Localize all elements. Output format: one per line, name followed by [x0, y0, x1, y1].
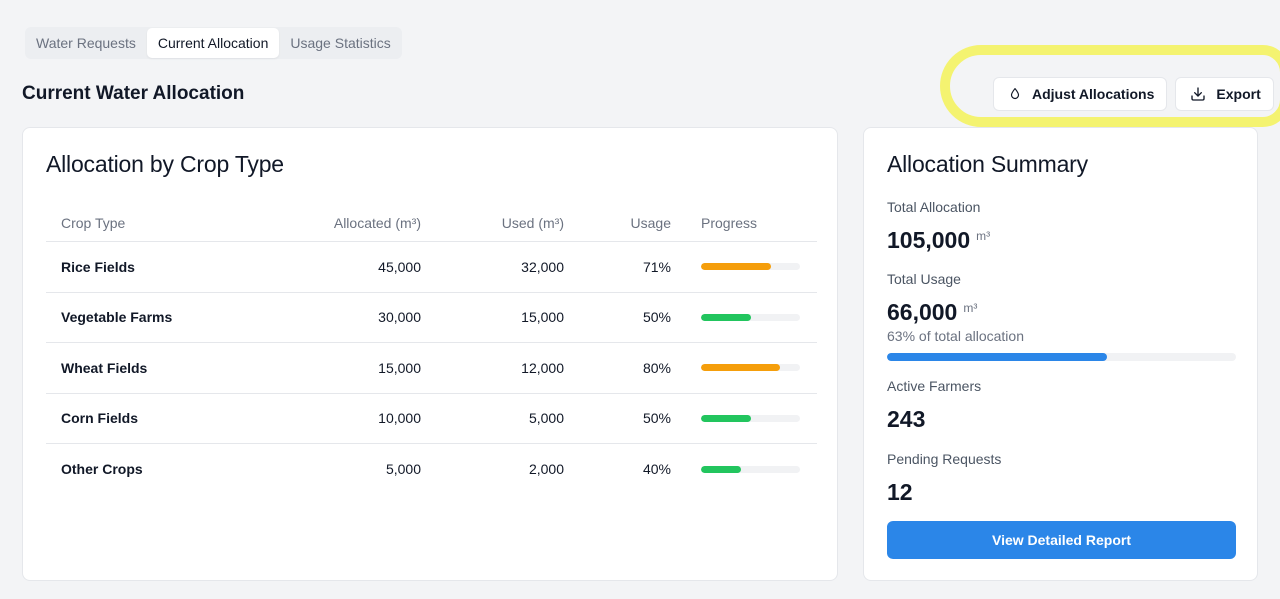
progress-cell [671, 465, 817, 473]
page-title: Current Water Allocation [22, 83, 245, 104]
used-cell: 2,000 [528, 461, 564, 478]
total-usage-label: Total Usage [887, 271, 961, 287]
export-button[interactable]: Export [1175, 77, 1274, 111]
crop-type-cell: Corn Fields [61, 410, 139, 427]
tab-usage-statistics[interactable]: Usage Statistics [279, 28, 401, 58]
adjust-allocations-button[interactable]: Adjust Allocations [993, 77, 1168, 111]
pending-requests-value: 12 [887, 479, 913, 505]
total-allocation-unit: m³ [976, 229, 991, 243]
total-allocation-value: 105,000 m³ [887, 227, 990, 254]
droplet-icon [1008, 87, 1022, 101]
usage-progress-bar [887, 353, 1236, 361]
progress-bar [701, 313, 800, 321]
progress-bar-fill [701, 465, 741, 473]
progress-bar-fill [701, 364, 781, 372]
active-farmers-value: 243 [887, 406, 926, 432]
allocated-cell: 10,000 [378, 410, 421, 427]
progress-bar [701, 263, 800, 271]
used-cell: 5,000 [528, 410, 564, 427]
table-row: Vegetable Farms 30,000 15,000 50% [46, 293, 817, 343]
header-allocated: Allocated (m³) [333, 214, 421, 231]
table-body: Rice Fields 45,000 32,000 71% Vegetable Farm… [46, 242, 817, 495]
total-usage-number: 66,000 [887, 299, 958, 325]
progress-bar [701, 465, 800, 473]
progress-bar [701, 414, 800, 422]
table-row: Wheat Fields 15,000 12,000 80% [46, 343, 817, 394]
header-progress: Progress [701, 214, 758, 231]
header-actions: Adjust Allocations Export [993, 77, 1274, 111]
allocation-summary-card: Allocation Summary Total Allocation 105,… [863, 127, 1258, 581]
crop-type-cell: Wheat Fields [61, 359, 148, 376]
header-used: Used (m³) [501, 214, 564, 231]
page: Water Requests Current Allocation Usage … [0, 0, 1280, 599]
table-header: Crop Type Allocated (m³) Used (m³) Usage… [46, 204, 817, 242]
crop-type-cell: Rice Fields [61, 258, 135, 275]
summary-title: Allocation Summary [887, 151, 1088, 177]
table-row: Other Crops 5,000 2,000 40% [46, 444, 817, 495]
progress-cell [671, 313, 817, 321]
header-usage: Usage [630, 214, 671, 231]
tab-water-requests[interactable]: Water Requests [25, 28, 147, 58]
crop-type-cell: Vegetable Farms [61, 309, 173, 326]
usage-cell: 71% [642, 258, 671, 275]
export-label: Export [1216, 86, 1261, 102]
progress-cell [671, 364, 817, 372]
total-allocation-number: 105,000 [887, 227, 971, 253]
header-crop-type: Crop Type [61, 214, 126, 231]
pending-requests-label: Pending Requests [887, 451, 1002, 467]
allocation-table-title: Allocation by Crop Type [46, 151, 284, 177]
total-usage-value: 66,000 m³ [887, 299, 977, 326]
total-usage-unit: m³ [963, 301, 978, 315]
progress-bar [701, 364, 800, 372]
usage-note: 63% of total allocation [887, 328, 1024, 344]
download-icon [1190, 86, 1206, 102]
tab-bar: Water Requests Current Allocation Usage … [25, 27, 402, 59]
used-cell: 15,000 [521, 309, 564, 326]
total-allocation-label: Total Allocation [887, 199, 981, 215]
allocation-by-crop-card: Allocation by Crop Type Crop Type Alloca… [22, 127, 838, 581]
used-cell: 32,000 [521, 258, 564, 275]
usage-cell: 80% [642, 359, 671, 376]
usage-cell: 50% [642, 309, 671, 326]
tab-current-allocation[interactable]: Current Allocation [146, 28, 280, 58]
progress-cell [671, 414, 817, 422]
progress-bar-fill [701, 313, 751, 321]
allocated-cell: 15,000 [378, 359, 421, 376]
progress-bar-fill [701, 414, 751, 422]
allocation-table: Crop Type Allocated (m³) Used (m³) Usage… [46, 204, 817, 495]
usage-cell: 50% [642, 410, 671, 427]
progress-cell [671, 263, 817, 271]
table-row: Corn Fields 10,000 5,000 50% [46, 394, 817, 444]
view-detailed-report-button[interactable]: View Detailed Report [887, 521, 1236, 559]
crop-type-cell: Other Crops [61, 461, 143, 478]
allocated-cell: 30,000 [378, 309, 421, 326]
table-row: Rice Fields 45,000 32,000 71% [46, 242, 817, 293]
progress-bar-fill [701, 263, 772, 271]
active-farmers-label: Active Farmers [887, 378, 982, 394]
adjust-allocations-label: Adjust Allocations [1032, 86, 1155, 102]
used-cell: 12,000 [521, 359, 564, 376]
allocated-cell: 45,000 [378, 258, 421, 275]
usage-progress-fill [887, 353, 1107, 361]
usage-cell: 40% [642, 461, 671, 478]
allocated-cell: 5,000 [385, 461, 421, 478]
